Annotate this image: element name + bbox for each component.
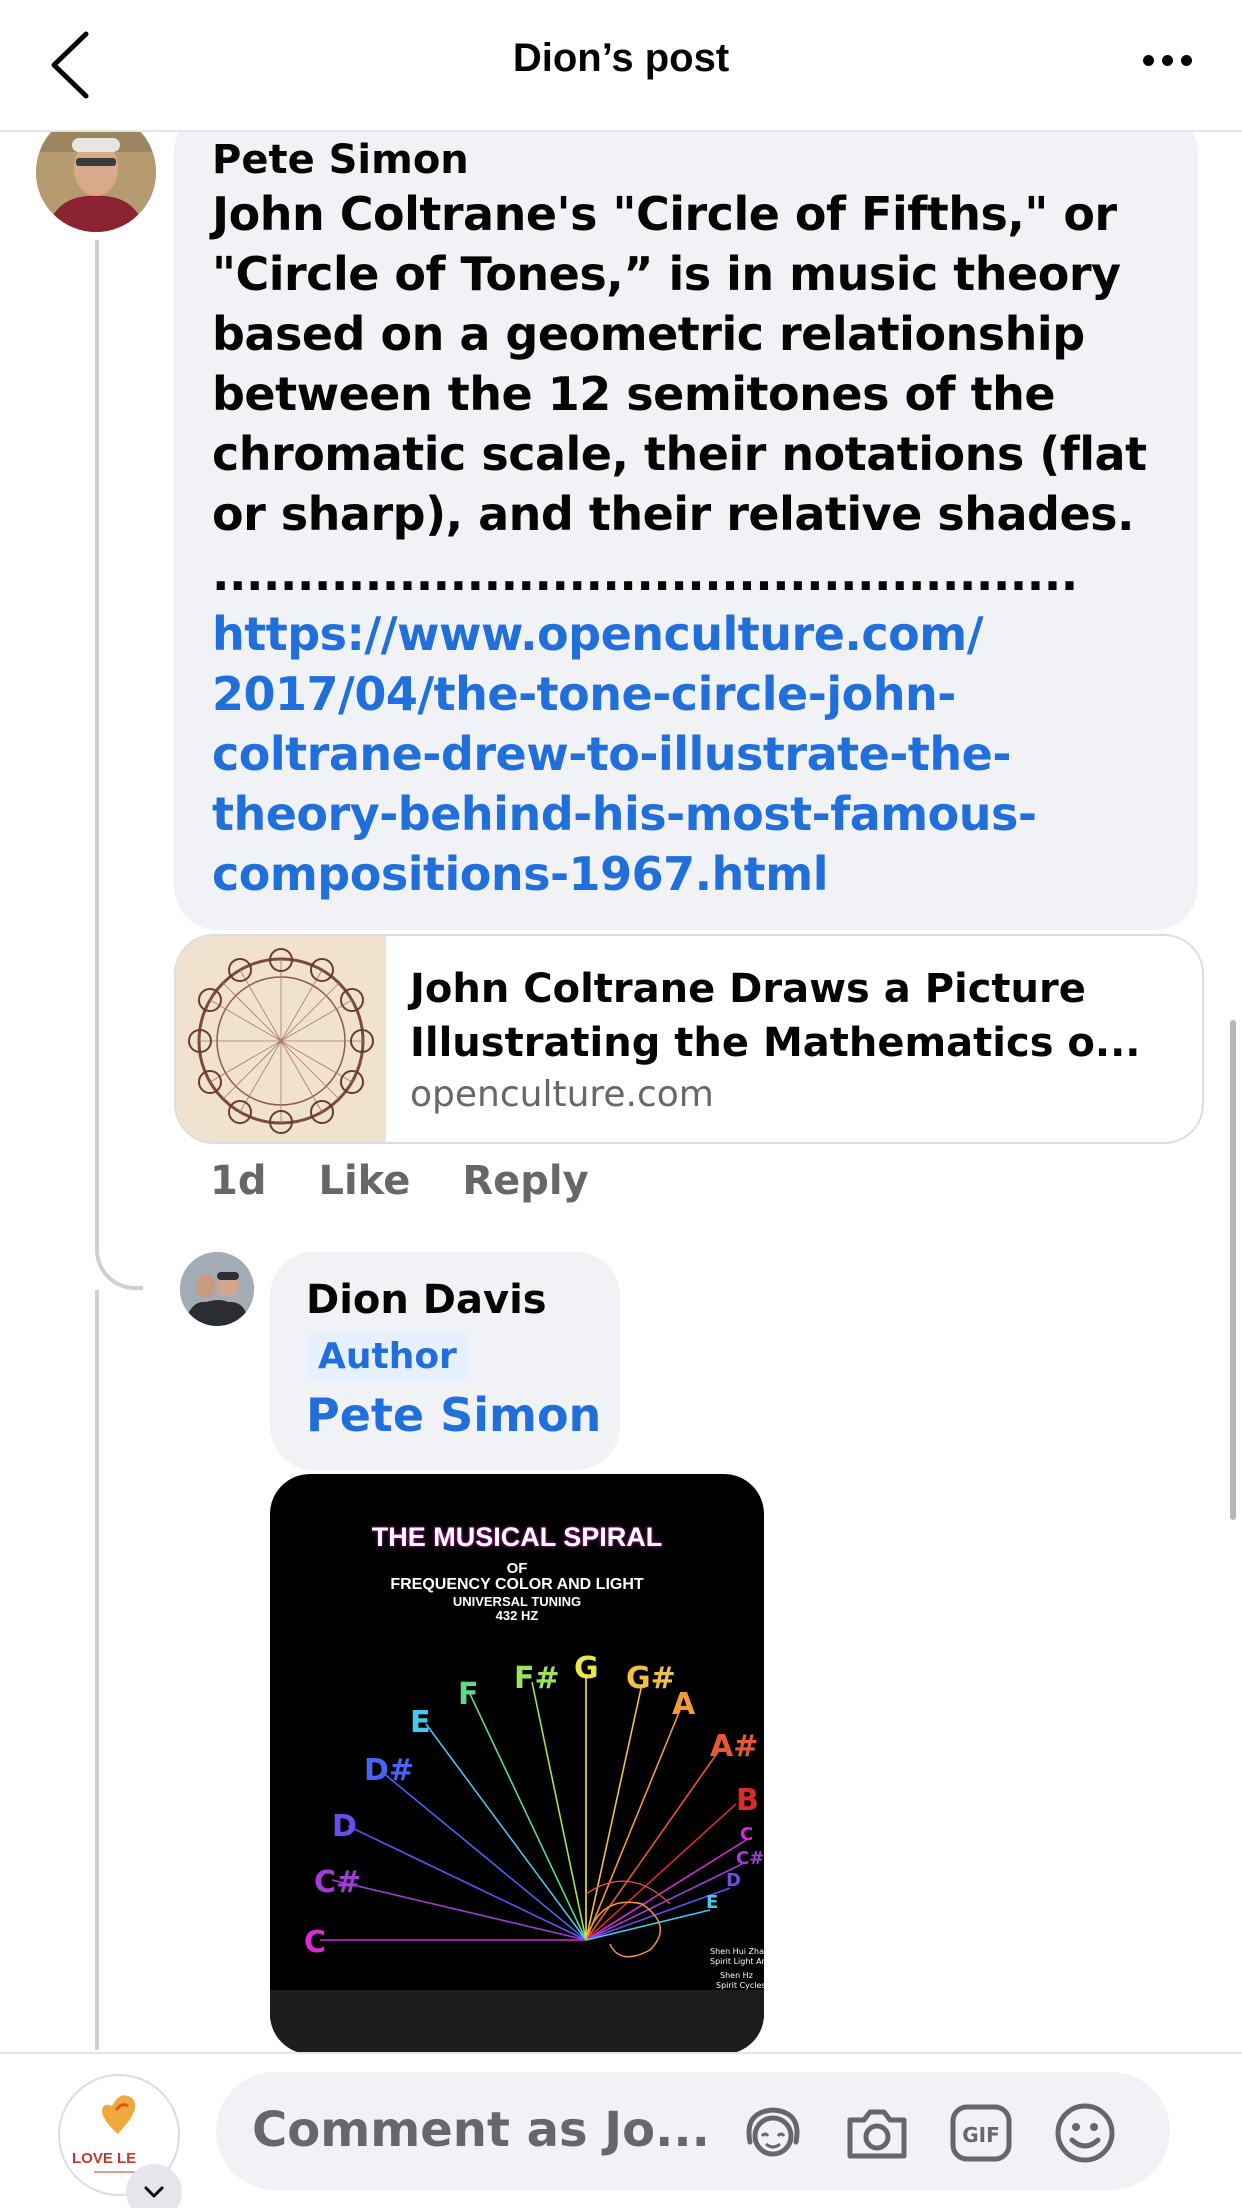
svg-text:D#: D# bbox=[364, 1753, 414, 1788]
comment-body: John Coltrane's "Circle of Fifths," or "… bbox=[212, 187, 1147, 601]
comment-text: John Coltrane's "Circle of Fifths," or "… bbox=[212, 184, 1162, 904]
avatar-logo-text: LOVE LE bbox=[72, 2150, 137, 2167]
more-options-button[interactable] bbox=[1132, 40, 1202, 80]
like-button[interactable]: Like bbox=[318, 1158, 410, 1204]
svg-text:GIF: GIF bbox=[962, 2123, 1000, 2147]
svg-text:Spirit Light Arc: Spirit Light Arc bbox=[710, 1957, 764, 1966]
svg-text:Shen Hz: Shen Hz bbox=[720, 1971, 753, 1980]
svg-text:C#: C# bbox=[314, 1865, 361, 1900]
svg-text:C#: C# bbox=[736, 1848, 764, 1869]
musical-spiral-graphic: C C# D D# E F F# G G# A A# B C C# D E Sh… bbox=[304, 1651, 764, 2006]
thread-line bbox=[95, 1290, 99, 2050]
reply-button[interactable]: Reply bbox=[462, 1158, 588, 1204]
comment-actions: 1d Like Reply bbox=[210, 1158, 589, 1204]
svg-text:F#: F# bbox=[514, 1661, 560, 1696]
comment-input[interactable]: Comment as Jo... GIF bbox=[216, 2072, 1170, 2190]
svg-text:C: C bbox=[304, 1925, 326, 1960]
camera-button[interactable] bbox=[842, 2098, 912, 2168]
comment-timestamp[interactable]: 1d bbox=[210, 1158, 266, 1204]
comment-placeholder: Comment as Jo... bbox=[252, 2102, 710, 2158]
more-icon bbox=[1142, 54, 1154, 66]
reply-author[interactable]: Dion Davis bbox=[306, 1276, 620, 1324]
profile-switch-button[interactable] bbox=[126, 2164, 182, 2208]
comment-author[interactable]: Pete Simon bbox=[212, 136, 1162, 184]
svg-text:D: D bbox=[726, 1870, 741, 1891]
svg-text:E: E bbox=[410, 1705, 431, 1740]
page-title: Dion’s post bbox=[512, 36, 730, 80]
comment-link[interactable]: https://www.openculture.com/ 2017/04/the… bbox=[212, 607, 1037, 901]
svg-text:D: D bbox=[332, 1809, 357, 1844]
svg-text:Spirit Cycles: Spirit Cycles bbox=[716, 1981, 764, 1990]
avatar-sticker-button[interactable] bbox=[738, 2098, 808, 2168]
link-domain: openculture.com bbox=[410, 1074, 714, 1115]
svg-text:G#: G# bbox=[626, 1661, 676, 1696]
top-bar: Dion’s post bbox=[0, 0, 1242, 132]
chevron-down-icon bbox=[144, 2186, 164, 2198]
link-preview[interactable]: John Coltrane Draws a Picture Illustrati… bbox=[174, 934, 1204, 1144]
svg-text:E: E bbox=[706, 1892, 718, 1913]
svg-text:F: F bbox=[458, 1677, 479, 1712]
comment-composer: LOVE LE Comment as Jo... GIF bbox=[0, 2052, 1242, 2208]
emoji-button[interactable] bbox=[1050, 2098, 1120, 2168]
author-badge: Author bbox=[306, 1332, 469, 1381]
svg-text:C: C bbox=[740, 1824, 753, 1845]
comment-bubble[interactable]: Pete Simon John Coltrane's "Circle of Fi… bbox=[174, 108, 1198, 930]
avatar[interactable] bbox=[180, 1252, 254, 1326]
svg-text:B: B bbox=[736, 1783, 759, 1818]
reply-image[interactable]: THE MUSICAL SPIRAL OF FREQUENCY COLOR AN… bbox=[270, 1474, 764, 2054]
thread-connector bbox=[95, 240, 143, 1290]
emoji-icon bbox=[1055, 2103, 1115, 2163]
gif-icon: GIF bbox=[950, 2104, 1012, 2162]
svg-text:Shen Hui Zhang: Shen Hui Zhang bbox=[710, 1947, 764, 1956]
reply-bubble[interactable]: Dion Davis Author Pete Simon bbox=[270, 1252, 620, 1470]
svg-text:G: G bbox=[574, 1651, 599, 1686]
gif-button[interactable]: GIF bbox=[946, 2098, 1016, 2168]
svg-text:A#: A# bbox=[710, 1729, 758, 1764]
mention-link[interactable]: Pete Simon bbox=[306, 1385, 620, 1445]
link-body: John Coltrane Draws a Picture Illustrati… bbox=[410, 962, 1178, 1115]
scrollbar[interactable] bbox=[1230, 1020, 1236, 1520]
camera-icon bbox=[847, 2109, 907, 2159]
svg-text:A: A bbox=[672, 1687, 696, 1722]
image-footer bbox=[270, 1990, 764, 2054]
link-thumbnail bbox=[176, 936, 386, 1142]
avatar-sticker-icon bbox=[746, 2107, 800, 2157]
link-title[interactable]: John Coltrane Draws a Picture Illustrati… bbox=[410, 962, 1178, 1070]
